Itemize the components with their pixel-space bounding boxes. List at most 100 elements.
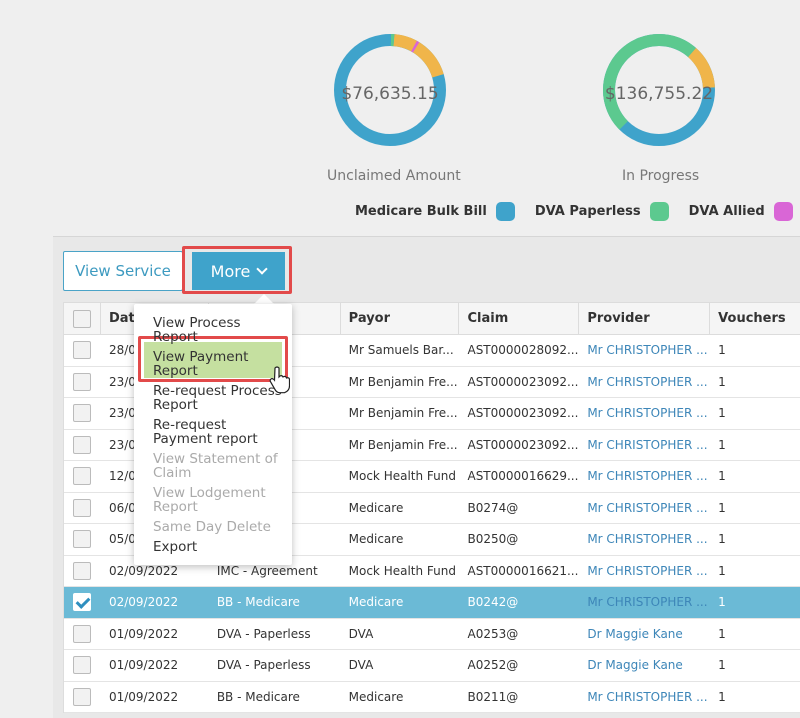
header-claim[interactable]: Claim (459, 303, 580, 334)
legend-swatch (495, 201, 515, 221)
row-checkbox[interactable] (73, 341, 92, 360)
in-progress-value: $136,755.22 (604, 84, 714, 104)
cell-provider[interactable]: Mr CHRISTOPHER ... (579, 461, 710, 492)
cell-provider[interactable]: Mr CHRISTOPHER ... (579, 493, 710, 524)
row-checkbox[interactable] (73, 498, 92, 517)
cell-payor: Medicare (348, 500, 404, 515)
row-checkbox-cell[interactable] (64, 398, 101, 429)
table-row[interactable]: 01/09/2022 BB - Medicare Medicare B0211@ Mr … (64, 681, 800, 713)
row-checkbox[interactable] (73, 656, 92, 675)
cell-provider[interactable]: Mr CHRISTOPHER ... (579, 367, 710, 398)
cell-vouchers: 1 (718, 437, 726, 452)
chart-legend: Medicare Bulk Bill DVA Paperless DVA All… (355, 201, 800, 221)
cell-type: DVA - Paperless (216, 658, 311, 673)
in-progress-caption: In Progress (622, 168, 700, 184)
cell-claim: AST0000016629... (467, 469, 579, 484)
cell-claim: A0252@ (467, 658, 519, 673)
cell-provider[interactable]: Mr CHRISTOPHER ... (579, 682, 710, 713)
row-checkbox-cell[interactable] (64, 335, 101, 366)
row-checkbox-cell[interactable] (64, 587, 101, 618)
cell-provider[interactable]: Dr Maggie Kane (579, 619, 710, 650)
legend-item-dva-allied: DVA Allied (689, 201, 793, 221)
cell-provider[interactable]: Mr CHRISTOPHER ... (579, 398, 710, 429)
menu-item-view-statement-of-claim: View Statement of Claim (153, 451, 278, 481)
cell-vouchers: 1 (718, 532, 726, 547)
row-checkbox[interactable] (73, 624, 92, 643)
hand-cursor-icon (269, 366, 290, 394)
header-select-all[interactable] (64, 303, 101, 334)
legend-item-medicare-bulk-bill: Medicare Bulk Bill (355, 201, 515, 221)
chevron-down-icon (256, 263, 268, 275)
menu-item-export[interactable]: Export (153, 540, 283, 554)
row-checkbox[interactable] (73, 372, 92, 391)
cell-provider[interactable]: Mr CHRISTOPHER ... (579, 587, 710, 618)
cell-type: DVA - Paperless (216, 626, 311, 641)
row-checkbox-cell[interactable] (64, 461, 101, 492)
table-row[interactable]: 01/09/2022 DVA - Paperless DVA A0252@ Dr Mag… (64, 650, 800, 682)
cell-vouchers: 1 (718, 626, 726, 641)
cell-claim: AST0000023092... (467, 374, 579, 389)
cell-payor: Mock Health Fund (348, 469, 456, 484)
cell-vouchers: 1 (718, 563, 726, 578)
row-checkbox-cell[interactable] (64, 493, 101, 524)
cell-payor: DVA (348, 658, 374, 673)
unclaimed-amount-caption: Unclaimed Amount (327, 168, 461, 184)
cell-date: 01/09/2022 (108, 626, 179, 641)
cell-provider[interactable]: Dr Maggie Kane (579, 650, 710, 681)
table-row[interactable]: 01/09/2022 DVA - Paperless DVA A0253@ Dr Mag… (64, 618, 800, 650)
dropdown-caret (254, 294, 274, 304)
row-checkbox-cell[interactable] (64, 367, 101, 398)
menu-item-view-process-report[interactable]: View Process Report (153, 316, 283, 344)
cell-provider[interactable]: Mr CHRISTOPHER ... (579, 430, 710, 461)
menu-item-view-lodgement-report: View Lodgement Report (153, 485, 266, 515)
menu-item-rerequest-process-report[interactable]: Re-request Process Report (153, 384, 283, 412)
cell-payor: Mock Health Fund (348, 563, 456, 578)
cell-provider[interactable]: Mr CHRISTOPHER ... (579, 335, 710, 366)
row-checkbox[interactable] (73, 687, 92, 706)
table-row[interactable]: 02/09/2022 BB - Medicare Medicare B0242@ Mr … (64, 587, 800, 619)
row-checkbox[interactable] (73, 404, 92, 423)
more-button[interactable]: More (192, 252, 285, 290)
cell-claim: AST0000028092... (467, 343, 579, 358)
cell-claim: B0242@ (467, 595, 519, 610)
row-checkbox-cell[interactable] (64, 682, 101, 713)
row-checkbox[interactable] (73, 530, 92, 549)
cell-payor: Mr Benjamin Fre... (348, 406, 458, 421)
cell-claim: AST0000023092... (467, 437, 579, 452)
cell-vouchers: 1 (718, 595, 726, 610)
cell-vouchers: 1 (718, 406, 726, 421)
row-checkbox[interactable] (73, 593, 92, 612)
cell-date: 01/09/2022 (108, 658, 179, 673)
unclaimed-amount-value: $76,635.15 (341, 84, 439, 104)
cell-payor: Mr Benjamin Fre... (348, 437, 458, 452)
cell-vouchers: 1 (718, 658, 726, 673)
row-checkbox[interactable] (73, 435, 92, 454)
row-checkbox-cell[interactable] (64, 430, 101, 461)
cell-payor: Mr Samuels Bar... (348, 343, 454, 358)
row-checkbox-cell[interactable] (64, 524, 101, 555)
cell-type: BB - Medicare (216, 689, 300, 704)
header-payor[interactable]: Payor (341, 303, 460, 334)
cell-claim: B0250@ (467, 532, 519, 547)
view-service-button[interactable]: View Service (63, 251, 183, 291)
row-checkbox-cell[interactable] (64, 650, 101, 681)
cell-claim: A0253@ (467, 626, 519, 641)
cell-date: 02/09/2022 (108, 595, 179, 610)
row-checkbox[interactable] (73, 561, 92, 580)
header-provider[interactable]: Provider (579, 303, 711, 334)
row-checkbox[interactable] (73, 467, 92, 486)
row-checkbox-cell[interactable] (64, 556, 101, 587)
legend-swatch (649, 201, 669, 221)
cell-date: 01/09/2022 (108, 689, 179, 704)
cell-type: BB - Medicare (216, 595, 300, 610)
select-all-checkbox[interactable] (72, 309, 91, 328)
menu-item-rerequest-payment-report[interactable]: Re-request Payment report (153, 418, 283, 446)
cell-provider[interactable]: Mr CHRISTOPHER ... (579, 524, 710, 555)
cell-provider[interactable]: Mr CHRISTOPHER ... (579, 556, 710, 587)
cell-payor: DVA (348, 626, 374, 641)
header-vouchers[interactable]: Vouchers (710, 303, 800, 334)
cell-claim: AST0000023092... (467, 406, 579, 421)
legend-swatch (773, 201, 793, 221)
row-checkbox-cell[interactable] (64, 619, 101, 650)
menu-item-view-payment-report[interactable]: View Payment Report (153, 350, 283, 378)
